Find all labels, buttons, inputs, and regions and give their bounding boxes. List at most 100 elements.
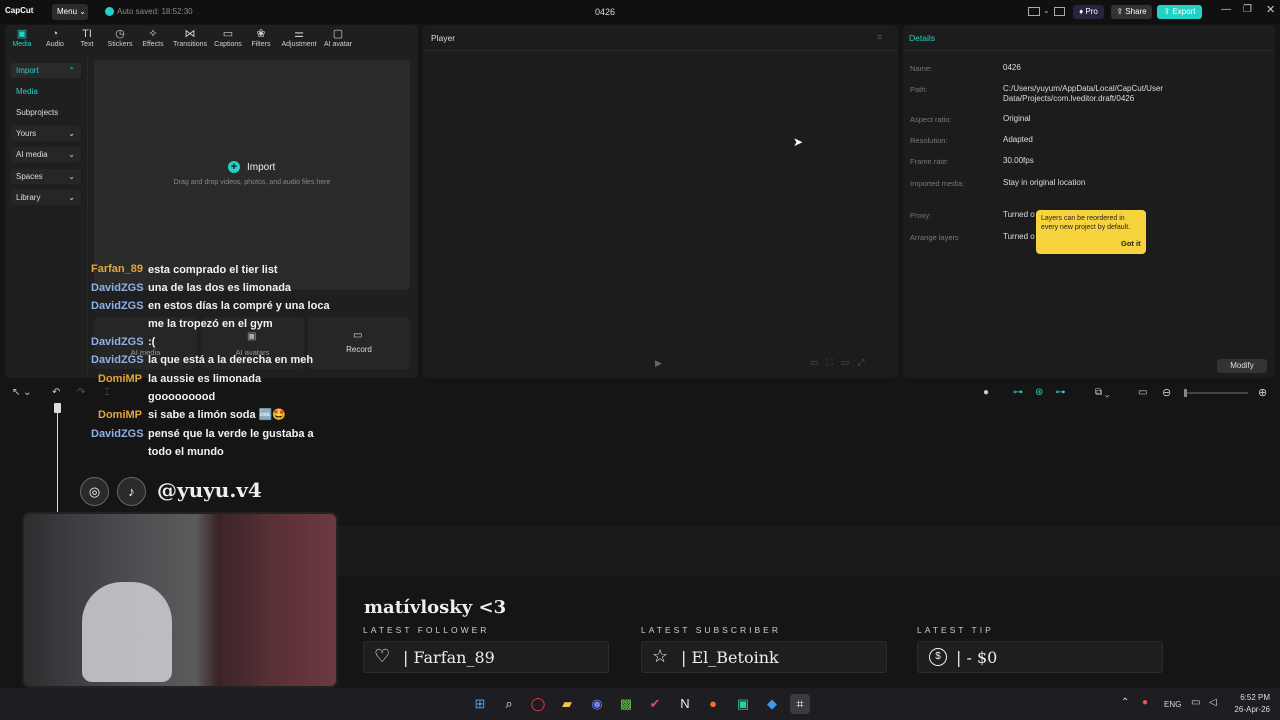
app-icon[interactable]: ◆ <box>762 694 782 714</box>
import-label[interactable]: Import <box>247 162 275 173</box>
chevron-down-icon: ⌄ <box>68 193 75 202</box>
opera-icon[interactable]: ◯ <box>528 694 548 714</box>
details-label-framerate: Frame rate: <box>910 157 949 166</box>
player-menu-icon[interactable]: ≡ <box>877 32 882 42</box>
playhead[interactable] <box>57 404 58 514</box>
capcut-taskbar-icon[interactable]: ⌗ <box>790 694 810 714</box>
streaming-app-icon[interactable]: ▣ <box>733 694 753 714</box>
clock-date[interactable]: 26-Apr-26 <box>1226 705 1270 714</box>
player-controls-icons[interactable]: ▭⛶▭⤢ <box>810 357 873 368</box>
start-icon[interactable]: ⊞ <box>470 694 490 714</box>
tray-mic-icon[interactable]: ● <box>1142 697 1148 708</box>
details-header-divider <box>903 50 1275 51</box>
vegas-icon[interactable]: ✔ <box>645 694 665 714</box>
star-icon: ☆ <box>652 646 669 666</box>
search-icon[interactable]: ⌕ <box>499 694 519 714</box>
tab-adjustment[interactable]: ⚌ Adjustment <box>280 28 318 48</box>
details-value-name: 0426 <box>1003 63 1021 72</box>
pro-button[interactable]: ♦ Pro <box>1073 5 1104 19</box>
microphone-app-icon[interactable]: ● <box>703 694 723 714</box>
maximize-icon[interactable]: ❐ <box>1243 4 1252 15</box>
chat-message: en estos días la compré y una loca me la… <box>148 300 330 330</box>
record-icon: ▭ <box>353 330 363 341</box>
chat-username: DavidZGS <box>91 354 144 366</box>
latest-subscriber-value: | El_Betoink <box>681 648 779 667</box>
sidebar-item-media[interactable]: Media <box>16 87 38 96</box>
zoom-in-icon[interactable]: ⊕ <box>1258 386 1267 399</box>
tab-ai-avatar[interactable]: ▢ AI avatar <box>321 28 355 48</box>
transitions-icon: ⋈ <box>184 28 196 40</box>
sidebar-item-library[interactable]: Library ⌄ <box>11 190 81 205</box>
share-button[interactable]: ⇪ Share <box>1111 5 1152 19</box>
latest-tip-box <box>917 641 1163 673</box>
layout-icon[interactable] <box>1028 7 1040 16</box>
sidebar-item-ai-media[interactable]: AI media ⌄ <box>11 147 81 162</box>
details-value-resolution: Adapted <box>1003 135 1033 144</box>
import-plus-icon[interactable]: + <box>228 161 240 173</box>
zoom-slider-handle[interactable] <box>1184 389 1187 397</box>
volume-icon[interactable]: ◁ <box>1209 697 1217 708</box>
close-icon[interactable]: ✕ <box>1266 3 1275 16</box>
sidebar-item-spaces[interactable]: Spaces ⌄ <box>11 169 81 184</box>
split-icon[interactable]: ⌶ <box>104 387 110 398</box>
sidebar-item-subprojects[interactable]: Subprojects <box>16 108 58 117</box>
tab-media[interactable]: ▣ Media <box>5 28 39 48</box>
network-icon[interactable]: ▭ <box>1191 697 1200 708</box>
preview-axis-icon[interactable]: ⧉ ⌄ <box>1095 387 1110 398</box>
clock-time[interactable]: 6:52 PM <box>1230 693 1270 702</box>
details-label-name: Name: <box>910 64 933 73</box>
tab-filters[interactable]: ❀ Filters <box>244 28 278 48</box>
sidebar-item-import[interactable]: Import ⌃ <box>11 63 81 78</box>
details-label-path: Path: <box>910 85 928 94</box>
chat-message: si sabe a limón soda 🆒🤩 <box>148 409 287 421</box>
tab-text[interactable]: TI Text <box>70 28 104 48</box>
chat-username: Farfan_89 <box>91 263 143 275</box>
menu-button[interactable]: Menu ⌄ <box>52 4 88 20</box>
select-tool-icon[interactable]: ↖ ⌄ <box>12 387 32 398</box>
social-handle: @yuyu.v4 <box>157 478 262 502</box>
caption-icon[interactable]: ▭ <box>1138 387 1147 398</box>
chevron-up-icon: ⌃ <box>68 66 75 75</box>
minimize-icon[interactable]: — <box>1221 4 1231 15</box>
play-icon[interactable]: ▶ <box>655 358 662 369</box>
tab-effects[interactable]: ✧ Effects <box>136 28 170 48</box>
media-sidebar-divider <box>87 55 88 377</box>
details-value-framerate: 30.00fps <box>1003 156 1034 165</box>
import-dropzone[interactable] <box>94 60 410 290</box>
playhead-handle[interactable] <box>54 403 61 413</box>
chevron-down-icon: ⌄ <box>68 172 75 181</box>
tab-transitions[interactable]: ⋈ Transitions <box>172 28 208 48</box>
got-it-button[interactable]: Got it <box>1121 239 1141 248</box>
modify-button[interactable]: Modify <box>1217 359 1267 373</box>
redo-icon[interactable]: ↷ <box>77 387 85 398</box>
audio-icon: ◔ <box>51 28 59 40</box>
tab-audio[interactable]: ◔ Audio <box>38 28 72 48</box>
notion-icon[interactable]: N <box>675 694 695 714</box>
details-label-proxy: Proxy: <box>910 211 932 220</box>
zoom-slider[interactable] <box>1184 392 1248 394</box>
sidebar-item-yours[interactable]: Yours ⌄ <box>11 126 81 141</box>
minecraft-icon[interactable]: ▩ <box>616 694 636 714</box>
file-explorer-icon[interactable]: ▰ <box>557 694 577 714</box>
chat-username: DavidZGS <box>91 282 144 294</box>
language-indicator[interactable]: ENG <box>1164 700 1181 709</box>
discord-icon[interactable]: ◉ <box>587 694 607 714</box>
chat-username: DavidZGS <box>91 428 144 440</box>
timeline-drop-area[interactable] <box>338 526 1280 576</box>
undo-icon[interactable]: ↶ <box>52 387 60 398</box>
chat-username: DavidZGS <box>91 336 144 348</box>
details-label-imported: Imported media: <box>910 179 965 188</box>
details-value-aspect: Original <box>1003 114 1031 123</box>
details-label-arrange: Arrange layers <box>910 233 959 242</box>
tab-stickers[interactable]: ◷ Stickers <box>103 28 137 48</box>
shortcuts-icon[interactable] <box>1054 7 1065 16</box>
microphone-icon[interactable]: ● <box>983 387 989 398</box>
link-clips-icon[interactable]: ⊶⊛⊶ <box>1013 387 1077 398</box>
tray-chevron-icon[interactable]: ⌃ <box>1121 697 1129 708</box>
player-title: Player <box>431 33 456 43</box>
tab-captions[interactable]: ▭ Captions <box>211 28 245 48</box>
ai-avatar-icon: ▢ <box>332 28 344 40</box>
export-button[interactable]: ⇪ Export <box>1157 5 1202 19</box>
zoom-out-icon[interactable]: ⊖ <box>1162 386 1171 399</box>
layout-dropdown-icon[interactable]: ⌄ <box>1043 6 1050 15</box>
